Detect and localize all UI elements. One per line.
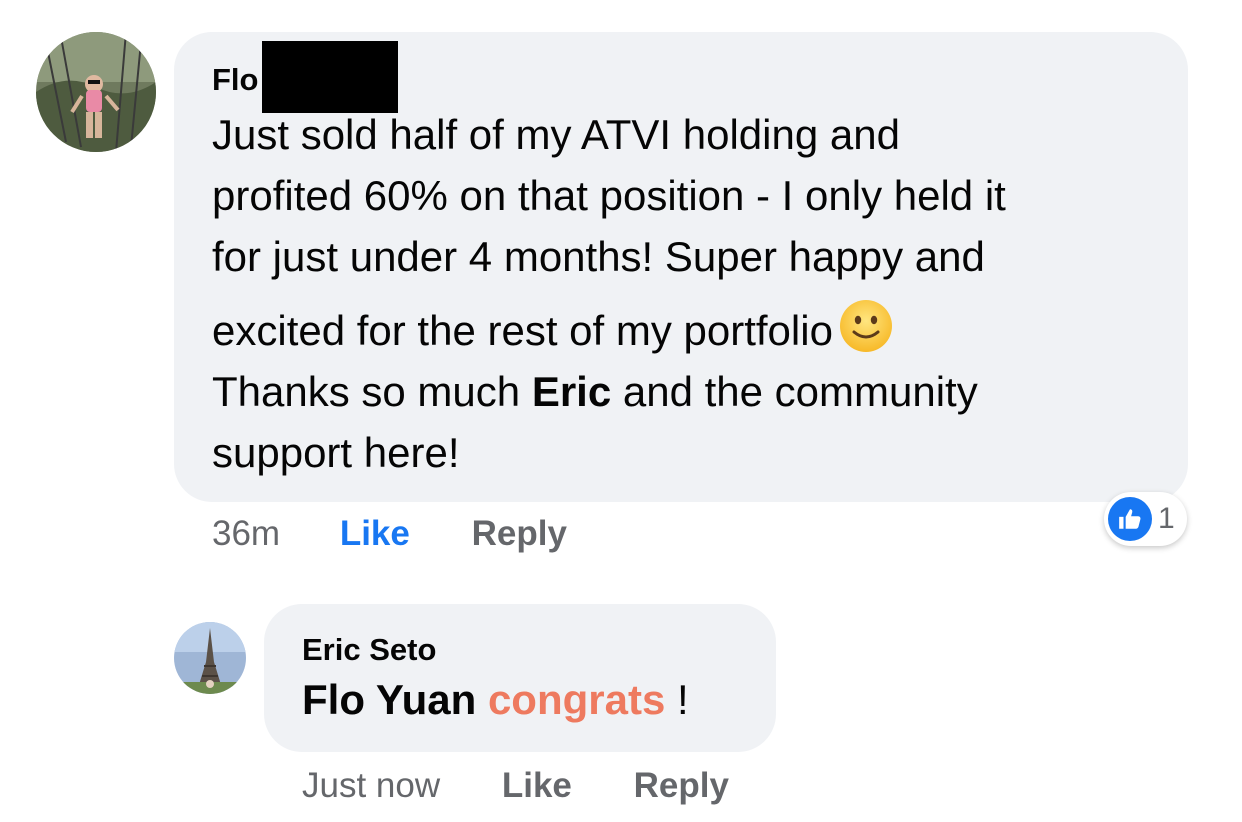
reply-author[interactable]: Eric Seto <box>302 630 740 670</box>
comment-line: profited 60% on that position - I only h… <box>212 172 1006 219</box>
reply-suffix: ! <box>665 676 689 723</box>
reply-actions: Just now Like Reply <box>302 764 729 808</box>
mention-eric[interactable]: Eric <box>532 368 611 415</box>
reply-congrats-text: congrats <box>487 676 666 723</box>
reply-bubble: Eric Seto Flo Yuan congrats ! <box>264 604 776 752</box>
comment-text: Just sold half of my ATVI holding and pr… <box>212 104 1152 483</box>
comment-actions: 36m Like Reply <box>212 512 567 556</box>
reply-like-button[interactable]: Like <box>502 764 572 808</box>
comment-line-with-emoji: excited for the rest of my portfolio <box>212 287 1152 361</box>
comment-thread: Flo Just sold half of my ATVI holding an… <box>0 0 1242 822</box>
mention-flo-yuan[interactable]: Flo Yuan <box>302 676 476 723</box>
reaction-count: 1 <box>1158 502 1175 535</box>
comment-line: for just under 4 months! Super happy and <box>212 233 985 280</box>
replier-avatar[interactable] <box>174 622 246 694</box>
thanks-suffix: and the community <box>611 368 978 415</box>
comment-line: support here! <box>212 429 460 476</box>
redaction-block <box>262 41 398 113</box>
reply-text: Flo Yuan congrats ! <box>302 672 740 728</box>
like-button[interactable]: Like <box>340 512 410 556</box>
reply-timestamp[interactable]: Just now <box>302 764 440 808</box>
reply-reply-button[interactable]: Reply <box>634 764 729 808</box>
reply-button[interactable]: Reply <box>472 512 567 556</box>
comment-timestamp[interactable]: 36m <box>212 512 280 556</box>
comment-line: excited for the rest of my portfolio <box>212 307 833 354</box>
reaction-summary[interactable]: 1 <box>1104 492 1187 546</box>
thumbs-up-icon <box>1108 497 1152 541</box>
thanks-prefix: Thanks so much <box>212 368 532 415</box>
slightly-smiling-face-icon <box>839 295 893 352</box>
comment-thanks-line: Thanks so much Eric and the community <box>212 361 1152 422</box>
comment-line: Just sold half of my ATVI holding and <box>212 111 900 158</box>
commenter-avatar[interactable] <box>36 32 156 152</box>
